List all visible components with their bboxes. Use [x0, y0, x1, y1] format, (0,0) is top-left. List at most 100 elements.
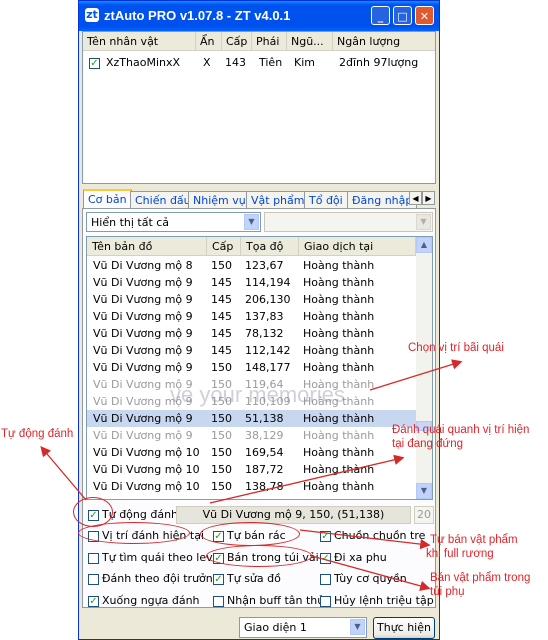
tab-to-doi[interactable]: Tổ đội: [304, 191, 348, 209]
empty-checkbox[interactable]: [320, 573, 331, 585]
filter-select[interactable]: Hiển thị tất cả ▼: [86, 212, 261, 232]
map-row[interactable]: Vũ Di Vương mộ 8 150 123,67 Hoàng thành: [87, 257, 417, 274]
empty-checkbox[interactable]: [88, 552, 99, 564]
checkmark-icon[interactable]: ✓: [320, 530, 331, 542]
maximize-icon[interactable]: □: [393, 6, 412, 25]
annotation-circle-current-position: [78, 522, 190, 544]
interface-select[interactable]: Giao diện 1 ▼: [239, 617, 367, 638]
annotation-sell-junk-1: Tự bán vật phẩm: [430, 534, 518, 546]
map-cell-coord: 38,129: [245, 429, 284, 442]
empty-checkbox[interactable]: [88, 573, 99, 585]
col-header-coord[interactable]: Tọa độ: [241, 237, 299, 256]
option-checkbox[interactable]: Tùy cơ quyền: [320, 571, 407, 587]
chevron-down-icon[interactable]: ▼: [416, 214, 431, 230]
map-cell-name: Vũ Di Vương mộ 9: [93, 344, 193, 357]
map-cell-name: Vũ Di Vương mộ 9: [93, 429, 193, 442]
annotation-choose-location: Chọn vị trí bãi quái: [408, 342, 504, 354]
annotation-sell-junk-2: khi full rương: [426, 548, 494, 560]
map-row[interactable]: Vũ Di Vương mộ 10 150 169,54 Hoàng thành: [87, 444, 417, 461]
map-cell-coord: 169,54: [245, 446, 284, 459]
tab-scroll-right-icon[interactable]: ▶: [422, 191, 435, 205]
empty-checkbox[interactable]: [320, 595, 331, 607]
map-list[interactable]: Tên bản đồ Cấp Tọa độ Giao dịch tại Vũ D…: [86, 236, 433, 500]
option-checkbox[interactable]: ✓ Tự sửa đồ: [213, 571, 281, 587]
tab-scroll-left-icon[interactable]: ◀: [409, 191, 422, 205]
option-label: Hủy lệnh triệu tập: [334, 594, 434, 607]
tab-dang-nhap[interactable]: Đăng nhập: [347, 191, 418, 209]
map-cell-coord: 51,138: [245, 412, 284, 425]
chevron-down-icon[interactable]: ▼: [244, 214, 259, 230]
map-cell-coord: 123,67: [245, 259, 284, 272]
map-row[interactable]: Vũ Di Vương mộ 9 145 112,142 Hoàng thành: [87, 342, 417, 359]
col-header-hidden[interactable]: Ẩn: [196, 32, 222, 51]
map-cell-name: Vũ Di Vương mộ 9: [93, 276, 193, 289]
radius-field[interactable]: 20: [414, 506, 434, 524]
watermark: ve your memories: [170, 382, 345, 407]
title-bar[interactable]: zt ztAuto PRO v1.07.8 - ZT v4.0.1 _ □ ✕: [79, 1, 439, 31]
scroll-down-icon[interactable]: ▼: [416, 483, 432, 499]
map-row[interactable]: Vũ Di Vương mộ 9 150 148,177 Hoàng thành: [87, 359, 417, 376]
map-cell-name: Vũ Di Vương mộ 9: [93, 412, 193, 425]
map-cell-level: 150: [211, 429, 232, 442]
tab-vat-pham[interactable]: Vật phẩm: [246, 191, 310, 209]
option-label: Xuống ngựa đánh: [102, 594, 200, 607]
chevron-down-icon[interactable]: ▼: [350, 619, 365, 635]
col-header-map-level[interactable]: Cấp: [207, 237, 241, 256]
map-row[interactable]: Vũ Di Vương mộ 9 145 137,83 Hoàng thành: [87, 308, 417, 325]
filter-select-value: Hiển thị tất cả: [91, 216, 170, 229]
map-row[interactable]: Vũ Di Vương mộ 9 150 38,129 Hoàng thành: [87, 427, 417, 444]
map-cell-name: Vũ Di Vương mộ 10: [93, 463, 200, 476]
run-button[interactable]: Thực hiện: [373, 617, 435, 639]
option-checkbox[interactable]: Nhận buff tân thủ: [213, 593, 324, 609]
col-header-money[interactable]: Ngân lượng: [333, 32, 435, 51]
checkmark-icon[interactable]: ✓: [320, 552, 331, 564]
scroll-up-icon[interactable]: ▲: [416, 237, 432, 253]
map-cell-level: 145: [211, 327, 232, 340]
option-checkbox[interactable]: ✓ Xuống ngựa đánh: [88, 593, 200, 609]
close-icon[interactable]: ✕: [415, 6, 434, 25]
empty-checkbox[interactable]: [213, 595, 224, 607]
map-cell-name: Vũ Di Vương mộ 8: [93, 259, 193, 272]
option-checkbox[interactable]: ✓ Đi xa phu: [320, 550, 387, 566]
tab-chien-dau[interactable]: Chiến đấu: [130, 191, 196, 209]
checkmark-icon[interactable]: ✓: [213, 573, 224, 585]
map-list-scrollbar[interactable]: ▲ ▼: [416, 237, 432, 499]
map-row[interactable]: Vũ Di Vương mộ 9 145 114,194 Hoàng thành: [87, 274, 417, 291]
col-header-map-name[interactable]: Tên bản đồ: [87, 237, 207, 256]
map-cell-level: 150: [211, 463, 232, 476]
map-cell-trade: Hoàng thành: [303, 310, 375, 323]
option-checkbox[interactable]: Tự tìm quái theo level: [88, 550, 222, 566]
app-icon: zt: [85, 8, 99, 22]
option-checkbox[interactable]: Hủy lệnh triệu tập: [320, 593, 434, 609]
annotation-fight-around-2: tại đang đứng: [392, 438, 464, 450]
tab-co-ban[interactable]: Cơ bản: [83, 189, 132, 210]
annotation-auto-fight: Tự động đánh: [1, 428, 74, 440]
map-cell-level: 145: [211, 344, 232, 357]
option-checkbox[interactable]: ✓ Chuồn chuồn tre: [320, 528, 425, 544]
interface-select-value: Giao diện 1: [244, 621, 307, 634]
map-row[interactable]: Vũ Di Vương mộ 10 150 138,78 Hoàng thành: [87, 478, 417, 495]
option-label: Tùy cơ quyền: [334, 572, 407, 585]
tab-nhiem-vu[interactable]: Nhiệm vụ: [188, 191, 251, 209]
map-row[interactable]: Vũ Di Vương mộ 9 150 51,138 Hoàng thành: [87, 410, 417, 427]
character-grid[interactable]: Tên nhân vật Ẩn Cấp Phái Ngũ... Ngân lượ…: [82, 31, 436, 184]
option-checkbox[interactable]: Đánh theo đội trưởng: [88, 571, 220, 587]
map-row[interactable]: Vũ Di Vương mộ 9 145 206,130 Hoàng thành: [87, 291, 417, 308]
col-header-name[interactable]: Tên nhân vật: [83, 32, 196, 51]
col-header-faction[interactable]: Phái: [252, 32, 287, 51]
map-cell-coord: 78,132: [245, 327, 284, 340]
col-header-level[interactable]: Cấp: [222, 32, 252, 51]
map-cell-trade: Hoàng thành: [303, 259, 375, 272]
option-label: Nhận buff tân thủ: [227, 594, 325, 607]
window-title: ztAuto PRO v1.07.8 - ZT v4.0.1: [104, 8, 291, 23]
map-row[interactable]: Vũ Di Vương mộ 10 150 187,72 Hoàng thành: [87, 461, 417, 478]
character-faction: Tiên: [259, 56, 283, 69]
secondary-filter-select[interactable]: ▼: [264, 212, 433, 232]
checkmark-icon[interactable]: ✓: [88, 595, 99, 607]
character-name[interactable]: XzThaoMinxX: [106, 54, 180, 72]
minimize-icon[interactable]: _: [371, 6, 390, 25]
col-header-element[interactable]: Ngũ...: [287, 32, 333, 51]
map-row[interactable]: Vũ Di Vương mộ 9 145 78,132 Hoàng thành: [87, 325, 417, 342]
character-checkbox[interactable]: ✓: [89, 54, 100, 72]
col-header-trade[interactable]: Giao dịch tại: [299, 237, 416, 256]
